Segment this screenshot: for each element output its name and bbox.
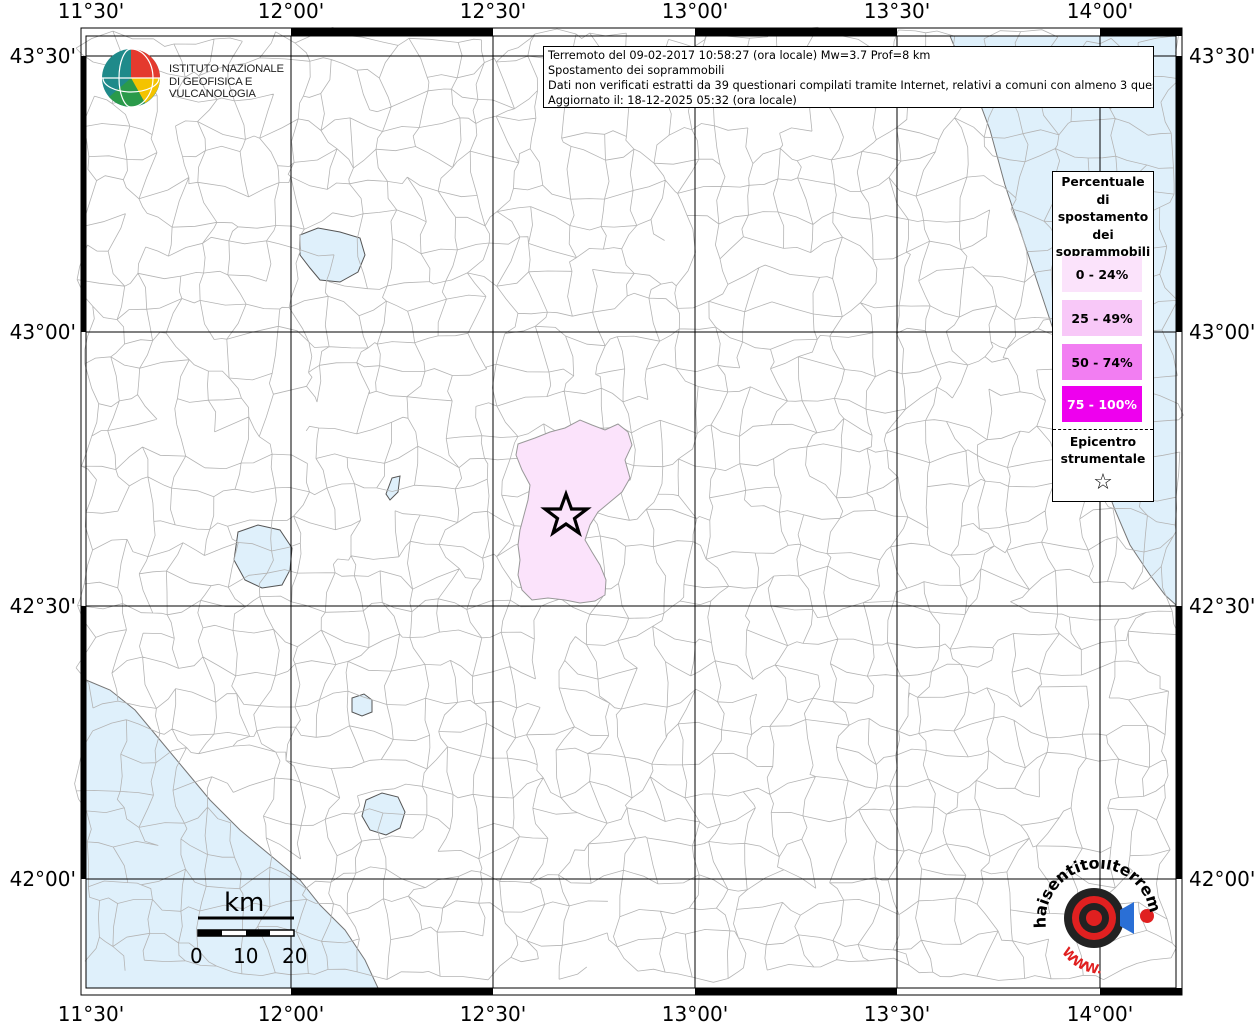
lon-label-bottom-3: 13°00' [662,1002,728,1024]
ingv-name-line1: ISTITUTO NAZIONALE [169,63,284,75]
legend-class-4-label: 75 - 100% [1067,396,1137,412]
legend-title: Percentuale di spostamento dei soprammob… [1053,172,1153,262]
lon-label-bottom-2: 12°30' [460,1002,526,1024]
event-updated: Aggiornato il: 18-12-2025 05:32 (ora loc… [548,94,797,107]
lat-label-left-1: 43°00' [10,320,76,344]
legend-epicenter-label: Epicentro strumentale [1053,434,1153,468]
lat-label-left-3: 42°00' [10,867,76,891]
legend-epicenter-line1: Epicentro [1069,435,1137,449]
legend-title-line1: Percentuale [1061,175,1145,189]
lon-label-bottom-0: 11°30' [58,1002,124,1024]
ingv-name-line2: DI GEOFISICA E VULCANOLOGIA [169,75,256,101]
lon-label-top-4: 13°30' [864,0,930,23]
lat-label-right-3: 42°00' [1189,867,1255,891]
legend-class-4: 75 - 100% [1062,386,1142,422]
lat-label-left-2: 42°30' [10,594,76,618]
latitude-labels-left: 43°30' 43°00' 42°30' 42°00' [10,44,76,891]
lat-label-left-0: 43°30' [10,44,76,68]
event-data-note: Dati non verificati estratti da 39 quest… [548,79,1154,92]
ingv-logo: ISTITUTO NAZIONALE DI GEOFISICA E VULCAN… [101,47,321,109]
ingv-name: ISTITUTO NAZIONALE DI GEOFISICA E VULCAN… [169,63,321,101]
lon-label-top-1: 12°00' [258,0,324,23]
legend-title-line3: spostamento [1057,210,1149,224]
lon-label-top-5: 14°00' [1067,0,1133,23]
legend-epicenter-line2: strumentale [1060,452,1146,466]
lon-label-bottom-5: 14°00' [1067,1002,1133,1024]
legend-class-3: 50 - 74% [1062,344,1142,380]
lon-label-top-3: 13°00' [662,0,728,23]
scale-tick-0: 0 [190,944,203,968]
lat-label-right-0: 43°30' [1189,44,1255,68]
legend-title-line2: di [1096,192,1110,207]
legend: Percentuale di spostamento dei soprammob… [1052,171,1154,502]
legend-star-icon: ☆ [1093,470,1113,495]
haisentito-logo-icon: haisentitoilterremoto.it WWW. [1027,845,1165,978]
lat-label-right-1: 43°00' [1189,320,1255,344]
lon-label-top-2: 12°30' [460,0,526,23]
lon-label-bottom-1: 12°00' [258,1002,324,1024]
legend-class-3-label: 50 - 74% [1071,354,1133,370]
event-info-box: Terremoto del 09-02-2017 10:58:27 (ora l… [543,46,1154,108]
haisentito-logo-url: WWW. [1059,945,1103,978]
legend-class-1: 0 - 24% [1062,256,1142,292]
haisentito-logo[interactable]: haisentitoilterremoto.it WWW. [1027,845,1167,980]
lake-vico [351,693,373,717]
latitude-labels-right: 43°30' 43°00' 42°30' 42°00' [1189,44,1255,891]
legend-divider [1053,429,1153,430]
lon-label-top-0: 11°30' [58,0,124,23]
scale-tick-2: 20 [282,944,308,968]
scale-tick-1: 10 [233,944,259,968]
event-parameter: Spostamento dei soprammobili [548,64,725,77]
lat-label-right-2: 42°30' [1189,594,1255,618]
scale-unit: km [224,888,265,918]
legend-class-2-label: 25 - 49% [1071,310,1133,326]
legend-class-1-label: 0 - 24% [1075,266,1129,282]
event-title: Terremoto del 09-02-2017 10:58:27 (ora l… [548,49,931,62]
lon-label-bottom-4: 13°30' [864,1002,930,1024]
ingv-globe-icon [102,48,160,108]
legend-title-line4: dei [1092,227,1114,242]
legend-class-2: 25 - 49% [1062,300,1142,336]
longitude-labels-top: 11°30' 12°00' 12°30' 13°00' 13°30' 14°00… [58,0,1133,23]
longitude-labels-bottom: 11°30' 12°00' 12°30' 13°00' 13°30' 14°00… [58,1002,1133,1024]
